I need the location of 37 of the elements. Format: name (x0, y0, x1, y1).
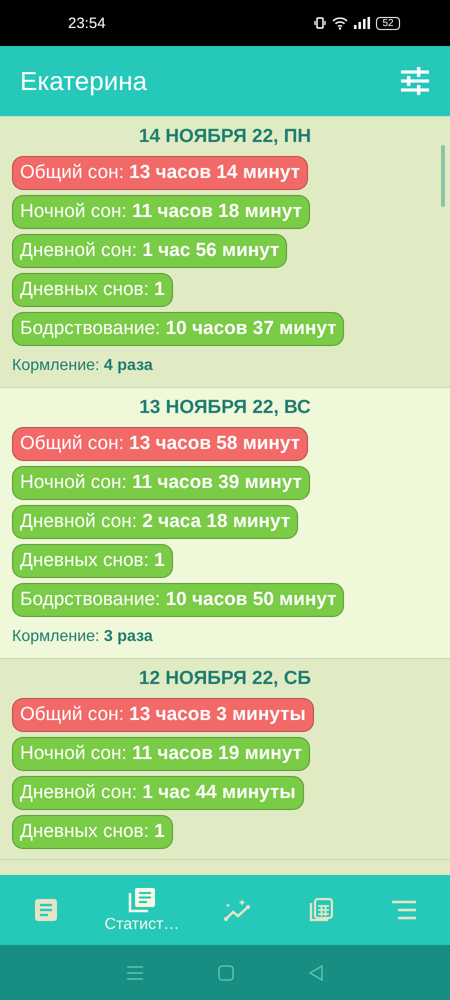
stat-chip: Бодрствование: 10 часов 50 минут (12, 583, 344, 617)
stat-chip: Ночной сон: 11 часов 39 минут (12, 466, 310, 500)
stacked-documents-icon (128, 886, 156, 912)
document-icon (34, 898, 58, 922)
day-date: 14 НОЯБРЯ 22, ПН (138, 125, 312, 149)
day-date: 13 НОЯБРЯ 22, ВС (138, 396, 312, 420)
stat-chip: Ночной сон: 11 часов 19 минут (12, 737, 310, 771)
home-icon[interactable] (218, 964, 234, 980)
sparkle-chart-icon (224, 898, 252, 922)
stat-chip: Дневной сон: 2 часа 18 минут (12, 505, 298, 539)
stat-chip: Бодрствование: 10 часов 37 минут (12, 312, 344, 346)
day-date: 12 НОЯБРЯ 22, СБ (138, 667, 312, 691)
back-icon[interactable] (308, 964, 323, 980)
stat-chip: Дневной сон: 1 час 56 минут (12, 234, 288, 268)
scrollbar (441, 145, 445, 207)
stat-chip: Дневных снов: 1 (12, 273, 173, 307)
filter-settings-button[interactable] (400, 67, 430, 95)
stat-chip: Общий сон: 13 часов 14 минут (12, 156, 308, 190)
profile-name: Екатерина (20, 66, 148, 96)
menu-icon (392, 900, 416, 920)
stat-chip: Дневных снов: 1 (12, 544, 173, 578)
calculator-icon (309, 898, 334, 922)
signal-icon (354, 17, 370, 29)
clock-time: 23:54 (68, 14, 107, 32)
stat-chip: Дневных снов: 1 (12, 815, 173, 849)
recent-apps-icon[interactable] (127, 966, 144, 980)
feeding-count: Кормление: 3 раза (12, 627, 154, 647)
stat-chip: Общий сон: 13 часов 58 минут (12, 427, 308, 461)
sliders-icon (400, 67, 430, 95)
feeding-count: Кормление: 4 раза (12, 356, 154, 376)
stat-chip: Дневной сон: 1 час 44 минуты (12, 776, 304, 810)
stat-chip: Общий сон: 13 часов 3 минуты (12, 698, 314, 732)
stat-chip: Ночной сон: 11 часов 18 минут (12, 195, 310, 229)
vibrate-icon (314, 17, 326, 29)
wifi-icon (332, 16, 348, 30)
battery-level: 52 (376, 16, 400, 30)
nav-tab[interactable]: Статист… (98, 882, 186, 938)
